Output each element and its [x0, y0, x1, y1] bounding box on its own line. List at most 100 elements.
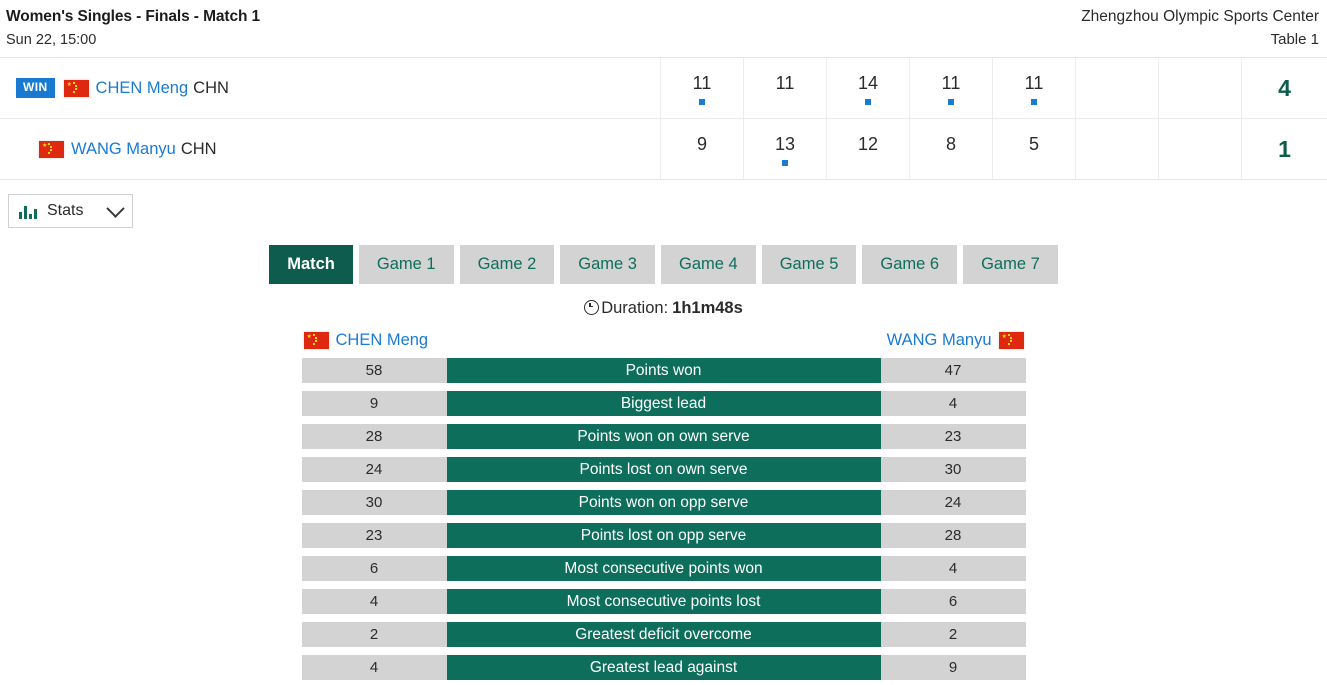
tab-game-7[interactable]: Game 7: [963, 245, 1058, 284]
stat-value-right: 6: [880, 589, 1026, 614]
scoreboard: WIN ★ CHEN Meng CHN 11 11 14 11 11 4 ★ W…: [0, 57, 1327, 180]
game-score: 11: [775, 72, 795, 93]
player-country: CHN: [180, 140, 217, 158]
match-total-score: 4: [1278, 74, 1291, 101]
stat-label: Most consecutive points lost: [446, 589, 881, 614]
score-row: WIN ★ CHEN Meng CHN 11 11 14 11 11 4: [0, 58, 1327, 118]
stat-label: Points lost on opp serve: [446, 523, 881, 548]
game-won-dot: [865, 98, 871, 105]
stat-label: Most consecutive points won: [446, 556, 881, 581]
game-won-dot: [948, 98, 954, 105]
stat-value-right: 28: [880, 523, 1026, 548]
stat-row: 9 Biggest lead 4: [301, 391, 1026, 416]
match-total-score: 1: [1278, 135, 1291, 162]
flag-star-small: [48, 142, 50, 145]
stat-label: Biggest lead: [446, 391, 881, 416]
stat-row: 6 Most consecutive points won 4: [301, 556, 1026, 581]
game-score: 11: [941, 72, 961, 93]
tab-match[interactable]: Match: [269, 245, 353, 284]
flag-star-small: [72, 90, 75, 93]
flag-star-small: [314, 336, 317, 339]
flag-star-small: [50, 145, 52, 148]
flag-star-large: ★: [1001, 333, 1007, 340]
game-score-cell: [1159, 58, 1242, 118]
stat-value-left: 4: [301, 589, 447, 614]
flag-star-small: [1009, 336, 1012, 339]
player-cell: WIN ★ CHEN Meng CHN: [0, 58, 661, 118]
stat-value-right: 30: [880, 457, 1026, 482]
tab-game-2[interactable]: Game 2: [459, 245, 555, 284]
player-cell: ★ WANG Manyu CHN: [0, 119, 661, 179]
tab-game-1[interactable]: Game 1: [358, 245, 454, 284]
game-won-dot: [699, 98, 705, 105]
stat-value-left: 23: [301, 523, 447, 548]
flag-star-small: [314, 339, 317, 342]
game-score: 8: [945, 133, 956, 154]
stat-row: 28 Points won on own serve 23: [301, 424, 1026, 449]
stats-player-right-name: WANG Manyu: [886, 331, 992, 349]
tab-game-6[interactable]: Game 6: [862, 245, 958, 284]
stat-row: 4 Most consecutive points lost 6: [301, 589, 1026, 614]
flag-star-small: [1007, 333, 1010, 336]
flag-star-large: ★: [42, 142, 48, 149]
stats-player-left[interactable]: ★ CHEN Meng: [303, 330, 428, 350]
stats-dropdown-label: Stats: [47, 202, 84, 219]
game-tabs: Match Game 1 Game 2 Game 3 Game 4 Game 5…: [0, 245, 1327, 284]
stat-value-left: 24: [301, 457, 447, 482]
stats-players-header: ★ CHEN Meng WANG Manyu ★: [302, 330, 1026, 350]
stat-value-left: 4: [301, 655, 447, 680]
china-flag-icon: ★: [39, 140, 64, 158]
tab-game-5[interactable]: Game 5: [761, 245, 857, 284]
stats-player-right[interactable]: WANG Manyu ★: [887, 330, 1024, 350]
table-number: Table 1: [1270, 31, 1319, 48]
game-won-dot: [782, 159, 788, 166]
game-score-cell: 11: [993, 58, 1076, 118]
stat-value-left: 30: [301, 490, 447, 515]
player-name-link[interactable]: CHEN Meng: [96, 78, 189, 98]
game-score-cell: 5: [993, 119, 1076, 179]
stat-row: 2 Greatest deficit overcome 2: [301, 622, 1026, 647]
page-title: Women's Singles - Finals - Match 1: [6, 8, 261, 25]
game-score: 11: [692, 72, 712, 93]
stat-value-left: 6: [301, 556, 447, 581]
stat-value-left: 2: [301, 622, 447, 647]
stat-row: 4 Greatest lead against 9: [301, 655, 1026, 680]
chevron-down-icon: [106, 198, 126, 218]
duration-label: Duration:: [601, 299, 669, 317]
game-score-cell: 13: [744, 119, 827, 179]
game-score-cell: 11: [661, 58, 744, 118]
stat-value-right: 23: [880, 424, 1026, 449]
duration-value: 1h1m48s: [672, 299, 743, 317]
stat-row: 58 Points won 47: [301, 358, 1026, 383]
game-score: 5: [1028, 133, 1039, 154]
flag-star-small: [1007, 342, 1010, 345]
game-score: 11: [1024, 72, 1044, 93]
bar-chart-icon: [19, 204, 39, 219]
venue-name: Zhengzhou Olympic Sports Center: [1081, 8, 1319, 25]
flag-star-small: [74, 84, 77, 87]
stat-value-left: 28: [301, 424, 447, 449]
game-score-cell: 11: [744, 58, 827, 118]
stats-dropdown[interactable]: Stats: [8, 194, 134, 228]
player-name-link[interactable]: WANG Manyu: [71, 139, 176, 159]
flag-star-small: [72, 81, 75, 84]
win-badge: WIN: [16, 78, 55, 98]
header-left: Women's Singles - Finals - Match 1 Sun 2…: [6, 6, 260, 51]
stat-row: 24 Points lost on own serve 30: [301, 457, 1026, 482]
game-score-cell: 9: [661, 119, 744, 179]
stat-label: Points won: [446, 358, 881, 383]
tab-game-3[interactable]: Game 3: [560, 245, 655, 284]
tab-game-4[interactable]: Game 4: [660, 245, 756, 284]
flag-star-small: [74, 87, 77, 90]
game-score-cell: [1159, 119, 1242, 179]
game-score-cell: 12: [827, 119, 910, 179]
china-flag-icon: ★: [63, 79, 89, 97]
stat-row: 30 Points won on opp serve 24: [301, 490, 1026, 515]
game-score: 14: [857, 72, 879, 93]
stat-label: Greatest deficit overcome: [446, 622, 881, 647]
clock-icon: [584, 300, 600, 315]
game-score-cell: 11: [910, 58, 993, 118]
flag-star-large: ★: [66, 81, 72, 88]
player-country: CHN: [193, 79, 229, 97]
stat-value-right: 2: [880, 622, 1026, 647]
